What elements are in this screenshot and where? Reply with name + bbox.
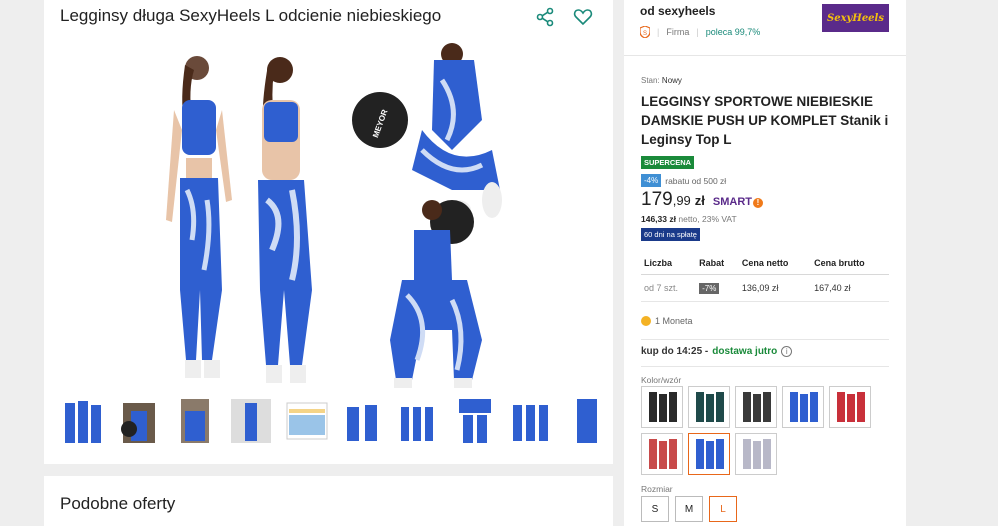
coins-text: 1 Moneta bbox=[655, 316, 693, 326]
state-label: Stan: bbox=[641, 76, 660, 85]
column-header: Cena brutto bbox=[811, 252, 889, 275]
similar-offers-card: Podobne oferty bbox=[44, 476, 613, 526]
netto-text: netto, 23% VAT bbox=[678, 214, 737, 224]
smart-mark-icon: ! bbox=[753, 198, 764, 208]
rabat-badge: -7% bbox=[699, 283, 720, 294]
size-label: Rozmiar bbox=[641, 484, 673, 494]
rabat-cell: -7% bbox=[696, 274, 739, 302]
installments-badge[interactable]: 60 dni na spłatę bbox=[641, 228, 700, 241]
thumbnail[interactable] bbox=[564, 394, 610, 448]
title-actions bbox=[535, 7, 593, 27]
color-swatch[interactable] bbox=[735, 386, 777, 428]
table-row: od 7 szt. -7% 136,09 zł 167,40 zł bbox=[641, 274, 889, 302]
seller-logo[interactable]: SexyHeels bbox=[822, 4, 889, 32]
seller-badge-icon: S bbox=[640, 26, 650, 38]
color-swatch[interactable] bbox=[782, 386, 824, 428]
column-header: Rabat bbox=[696, 252, 739, 275]
seller-logo-text: SexyHeels bbox=[827, 12, 884, 24]
color-label: Kolor/wzór bbox=[641, 375, 682, 385]
discount-badge: -4% bbox=[641, 174, 662, 187]
delivery-prefix: kup do 14:25 - bbox=[641, 346, 709, 357]
supercena-badge: SUPERCENA bbox=[641, 156, 695, 169]
brutto-cell: 167,40 zł bbox=[811, 274, 889, 302]
quantity-discount-table: Liczba Rabat Cena netto Cena brutto od 7… bbox=[641, 252, 889, 302]
heart-icon[interactable] bbox=[573, 7, 593, 27]
color-swatch[interactable] bbox=[688, 433, 730, 475]
size-option-s[interactable]: S bbox=[641, 496, 669, 522]
main-product-photo[interactable]: MEYOR bbox=[152, 40, 507, 388]
smart-label: SMART bbox=[712, 196, 753, 208]
netto-value: 146,33 zł bbox=[641, 214, 676, 224]
qty-cell: od 7 szt. bbox=[641, 274, 697, 302]
thumbnail[interactable] bbox=[172, 394, 218, 448]
color-swatches bbox=[641, 386, 881, 475]
info-icon[interactable]: i bbox=[781, 346, 793, 357]
column-header: Cena netto bbox=[738, 252, 812, 275]
color-swatch[interactable] bbox=[641, 433, 683, 475]
delivery-status: dostawa jutro bbox=[712, 346, 778, 357]
separator: | bbox=[657, 27, 660, 37]
color-swatch[interactable] bbox=[735, 433, 777, 475]
product-title: Legginsy długa SexyHeels L odcienie nieb… bbox=[60, 6, 442, 25]
color-swatch[interactable] bbox=[688, 386, 730, 428]
color-swatch[interactable] bbox=[829, 386, 871, 428]
thumbnail[interactable] bbox=[284, 394, 330, 448]
size-option-l[interactable]: L bbox=[709, 496, 737, 522]
similar-offers-title: Podobne oferty bbox=[60, 494, 176, 513]
price-main: 179,99 bbox=[641, 189, 691, 211]
discount-row: -4% rabatu od 500 zł bbox=[641, 174, 726, 187]
thumbnail[interactable] bbox=[396, 394, 442, 448]
thumbnail[interactable] bbox=[340, 394, 386, 448]
coin-icon bbox=[641, 316, 651, 326]
offer-title: LEGGINSY SPORTOWE NIEBIESKIE DAMSKIE PUS… bbox=[641, 94, 889, 147]
seller-meta: S | Firma | poleca 99,7% bbox=[640, 26, 760, 38]
size-options: SML bbox=[641, 496, 737, 522]
price-currency: zł bbox=[694, 193, 705, 208]
price-cents: ,99 bbox=[672, 193, 691, 208]
thumbnail[interactable] bbox=[228, 394, 274, 448]
thumbnail-strip bbox=[60, 394, 610, 448]
smart-badge[interactable]: SMART! bbox=[712, 196, 764, 208]
seller-block: od sexyheels S | Firma | poleca 99,7% Se… bbox=[624, 0, 906, 56]
thumbnail[interactable] bbox=[508, 394, 554, 448]
thumbnail[interactable] bbox=[116, 394, 162, 448]
seller-recommend[interactable]: poleca 99,7% bbox=[706, 27, 761, 37]
seller-type: Firma bbox=[666, 27, 690, 37]
item-state: Stan: Nowy bbox=[641, 76, 682, 85]
state-value: Nowy bbox=[661, 76, 682, 85]
offer-panel: od sexyheels S | Firma | poleca 99,7% Se… bbox=[624, 0, 906, 526]
size-option-m[interactable]: M bbox=[675, 496, 703, 522]
separator: | bbox=[696, 27, 699, 37]
product-gallery-card: Legginsy długa SexyHeels L odcienie nieb… bbox=[44, 0, 613, 464]
thumbnail[interactable] bbox=[452, 394, 498, 448]
price-integer: 179 bbox=[641, 189, 673, 210]
divider bbox=[641, 366, 889, 367]
thumbnail[interactable] bbox=[60, 394, 106, 448]
color-swatch[interactable] bbox=[641, 386, 683, 428]
price: 179,99 zł SMART! bbox=[641, 189, 764, 211]
delivery-info: kup do 14:25 - dostawa jutro i bbox=[641, 339, 889, 357]
netto-cell: 136,09 zł bbox=[738, 274, 812, 302]
discount-text: rabatu od 500 zł bbox=[665, 175, 727, 186]
table-header-row: Liczba Rabat Cena netto Cena brutto bbox=[641, 252, 889, 275]
seller-name[interactable]: od sexyheels bbox=[640, 4, 715, 18]
svg-text:S: S bbox=[643, 31, 647, 37]
share-icon[interactable] bbox=[535, 7, 555, 27]
netto-price: 146,33 zł netto, 23% VAT bbox=[641, 214, 737, 224]
coins-row: 1 Moneta bbox=[641, 316, 693, 326]
column-header: Liczba bbox=[641, 252, 697, 275]
